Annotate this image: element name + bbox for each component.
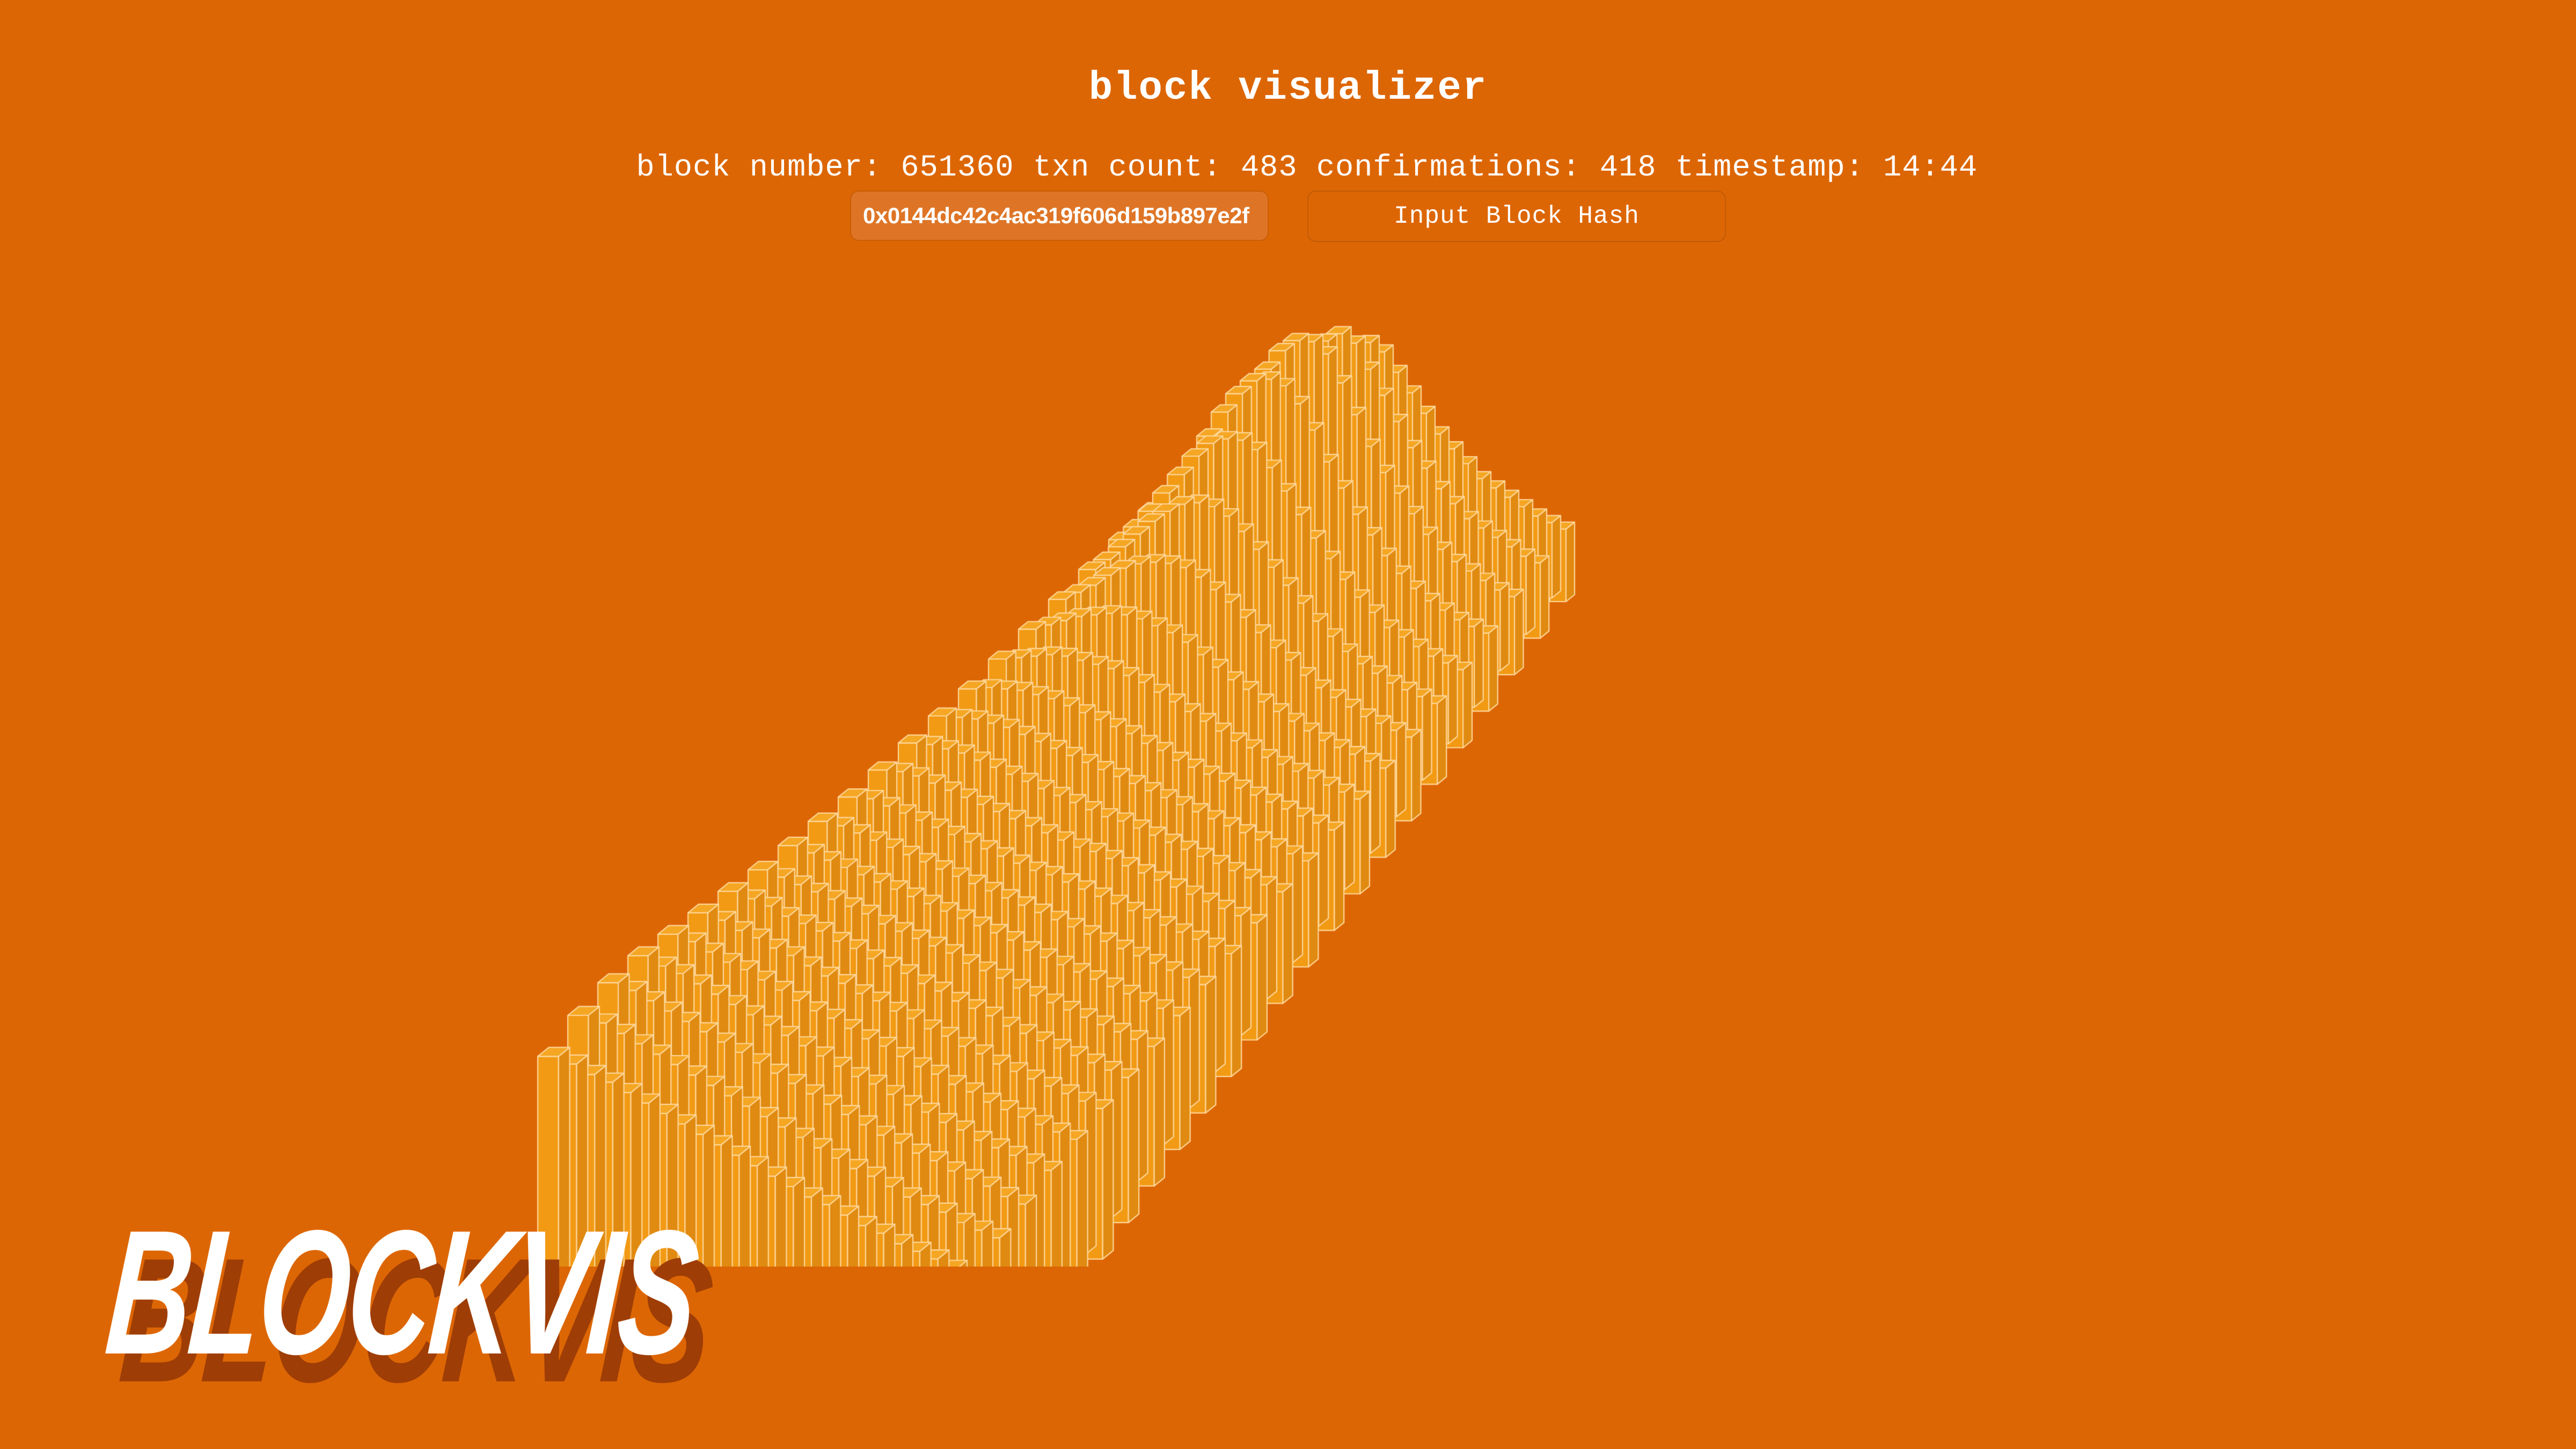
stat-timestamp-label: timestamp: (1675, 151, 1884, 185)
stat-txn-count-label: txn count: (1033, 151, 1241, 185)
block-hash-input[interactable] (850, 191, 1269, 241)
stat-timestamp-value: 14:44 (1883, 151, 1978, 185)
stat-sep-3 (1657, 151, 1675, 185)
page-title: block visualizer (1088, 65, 1488, 111)
stat-block-number-value: 651360 (901, 151, 1014, 185)
stat-confirmations-label: confirmations: (1316, 151, 1600, 185)
block-3d-visualization[interactable] (0, 301, 2576, 1267)
stat-txn-count-value: 483 (1240, 151, 1298, 185)
stat-timestamp: timestamp: 14:44 (1675, 151, 1978, 185)
stat-confirmations: confirmations: 418 (1316, 151, 1657, 185)
stat-block-number-label: block number: (636, 151, 901, 185)
input-block-hash-button[interactable]: Input Block Hash (1307, 191, 1726, 242)
stat-sep-2 (1298, 151, 1316, 185)
stat-txn-count: txn count: 483 (1033, 151, 1298, 185)
controls-row: Input Block Hash (0, 191, 2576, 242)
stat-block-number: block number: 651360 (636, 151, 1014, 185)
stat-confirmations-value: 418 (1599, 151, 1657, 185)
block-grid-canvas[interactable] (0, 301, 2576, 1267)
stat-sep-1 (1014, 151, 1033, 185)
block-stats-bar: block number: 651360 txn count: 483 conf… (0, 122, 2576, 184)
brand-logo: BLOCKVIS (100, 1193, 704, 1392)
